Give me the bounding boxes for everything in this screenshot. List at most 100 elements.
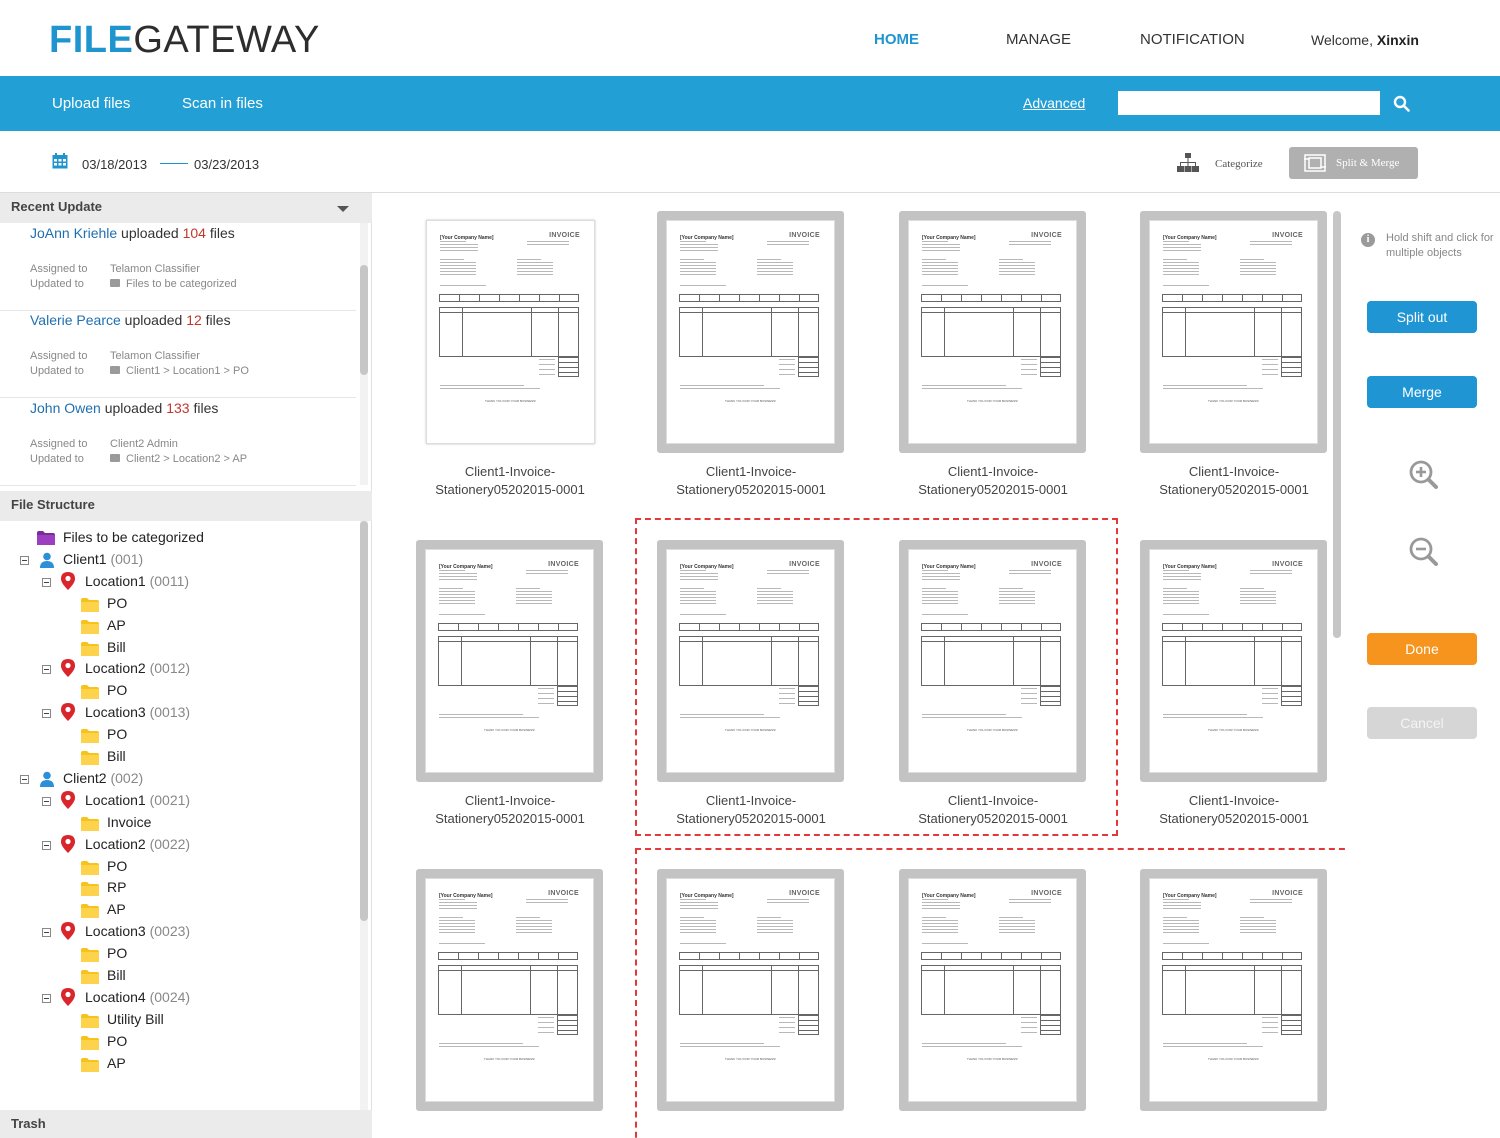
tree-item-folder[interactable]: Invoice [0,813,356,835]
tree-item-name: Location1 [85,573,146,589]
updated-path[interactable]: Files to be categorized [110,278,237,290]
recent-update-item[interactable]: JoAnn Kriehle uploaded 104 files Assigned… [0,223,356,311]
tree-item-code: (0024) [145,989,191,1005]
tree-item-location[interactable]: Location3 (0013) [0,703,356,725]
tree-item-folder[interactable]: AP [0,900,356,922]
chevron-down-icon[interactable] [337,206,349,212]
date-from[interactable]: 03/18/2013 [82,157,147,172]
advanced-search-link[interactable]: Advanced [1023,95,1085,111]
tree-scrollbar-thumb[interactable] [360,521,368,921]
search-icon[interactable] [1393,95,1411,113]
document-thumbnail[interactable]: [Your Company Name] INVOICE THANK YOU FOR … [1140,211,1327,453]
document-thumbnail[interactable]: [Your Company Name] INVOICE THANK YOU FOR … [416,869,603,1111]
collapse-toggle[interactable] [42,665,51,674]
tree-item-folder[interactable]: AP [0,1054,356,1076]
scan-in-files-link[interactable]: Scan in files [182,95,263,112]
tree-item-location[interactable]: Location4 (0024) [0,988,356,1010]
tree-item-folder[interactable]: AP [0,616,356,638]
tree-item-client[interactable]: Client1 (001) [0,550,356,572]
tree-item-folder[interactable]: PO [0,725,356,747]
collapse-toggle[interactable] [42,928,51,937]
upload-files-link[interactable]: Upload files [52,95,130,112]
zoom-out-icon[interactable] [1408,536,1440,568]
categorize-icon[interactable] [1177,153,1199,173]
document-thumbnail[interactable]: [Your Company Name] INVOICE THANK YOU FOR … [416,211,603,453]
tree-item-root[interactable]: Files to be categorized [0,528,356,550]
assigned-label: Assigned to [30,438,88,450]
cancel-button[interactable]: Cancel [1367,707,1477,739]
tree-item-folder[interactable]: PO [0,857,356,879]
app-logo[interactable]: FILEGATEWAY [49,20,320,60]
person-icon [40,771,54,787]
uploader-name[interactable]: Valerie Pearce [30,312,121,328]
calendar-icon[interactable] [52,153,68,169]
updated-path[interactable]: Client1 > Location1 > PO [110,365,249,377]
tree-item-folder[interactable]: PO [0,1032,356,1054]
recent-update-title-line: JoAnn Kriehle uploaded 104 files [30,225,235,241]
document-filename[interactable]: Client1-Invoice- Stationery05202015-0001 [651,463,851,499]
tree-item-location[interactable]: Location1 (0021) [0,791,356,813]
document-thumbnail[interactable]: [Your Company Name] INVOICE THANK YOU FOR … [1140,540,1327,782]
document-thumbnail[interactable]: [Your Company Name] INVOICE THANK YOU FOR … [416,540,603,782]
tree-item-folder[interactable]: Bill [0,638,356,660]
tree-item-label: Location1 (0011) [85,573,189,589]
document-filename[interactable]: Client1-Invoice- Stationery05202015-0001 [410,463,610,499]
tree-item-folder[interactable]: Utility Bill [0,1010,356,1032]
tree-item-folder[interactable]: PO [0,944,356,966]
tree-item-label: PO [107,1033,127,1049]
collapse-toggle[interactable] [42,797,51,806]
tree-item-name: Files to be categorized [63,529,204,545]
tree-item-location[interactable]: Location3 (0023) [0,922,356,944]
welcome-user[interactable]: Welcome, Xinxin [1311,32,1419,48]
document-filename[interactable]: Client1-Invoice- Stationery05202015-0001 [410,792,610,828]
document-filename[interactable]: Client1-Invoice- Stationery05202015-0001 [893,463,1093,499]
split-merge-button[interactable]: Split & Merge [1289,147,1418,179]
tree-item-location[interactable]: Location1 (0011) [0,572,356,594]
tree-item-location[interactable]: Location2 (0022) [0,835,356,857]
nav-manage[interactable]: MANAGE [1006,31,1071,48]
file-structure-header[interactable]: File Structure [0,491,372,521]
recent-scrollbar-thumb[interactable] [360,265,368,375]
grid-scrollbar-thumb[interactable] [1333,211,1341,638]
search-input[interactable] [1118,91,1380,115]
recent-update-title: Recent Update [11,199,103,214]
document-filename[interactable]: Client1-Invoice- Stationery05202015-0001 [1134,463,1334,499]
tree-item-code: (0011) [145,573,190,589]
nav-home[interactable]: HOME [874,31,919,48]
trash-header[interactable]: Trash [0,1110,372,1138]
tree-item-location[interactable]: Location2 (0012) [0,659,356,681]
done-button[interactable]: Done [1367,633,1477,665]
collapse-toggle[interactable] [42,841,51,850]
updated-path[interactable]: Client2 > Location2 > AP [110,453,247,465]
recent-update-item[interactable]: John Owen uploaded 133 files Assigned to C… [0,398,356,486]
tree-item-folder[interactable]: RP [0,878,356,900]
collapse-toggle[interactable] [42,709,51,718]
recent-update-header[interactable]: Recent Update [0,193,372,223]
tree-item-folder[interactable]: PO [0,594,356,616]
categorize-label[interactable]: Categorize [1215,158,1263,170]
uploader-name[interactable]: John Owen [30,400,101,416]
tree-item-folder[interactable]: Bill [0,747,356,769]
tree-item-folder[interactable]: Bill [0,966,356,988]
collapse-toggle[interactable] [42,994,51,1003]
zoom-in-icon[interactable] [1408,459,1440,491]
uploader-name[interactable]: JoAnn Kriehle [30,225,117,241]
collapse-toggle[interactable] [20,775,29,784]
collapse-toggle[interactable] [42,578,51,587]
merge-button[interactable]: Merge [1367,376,1477,408]
split-out-button[interactable]: Split out [1367,301,1477,333]
nav-notification[interactable]: NOTIFICATION [1140,31,1245,48]
tree-item-folder[interactable]: PO [0,681,356,703]
recent-update-item[interactable]: Valerie Pearce uploaded 12 files Assigned… [0,310,356,398]
tree-item-label: RP [107,879,126,895]
document-thumbnail[interactable]: [Your Company Name] INVOICE THANK YOU FOR … [657,211,844,453]
file-structure-title: File Structure [11,497,95,512]
collapse-toggle[interactable] [20,556,29,565]
document-thumbnail[interactable]: [Your Company Name] INVOICE THANK YOU FOR … [899,211,1086,453]
filename-line-1: Client1-Invoice- [464,464,556,479]
document-filename[interactable]: Client1-Invoice- Stationery05202015-0001 [1134,792,1334,828]
date-to[interactable]: 03/23/2013 [194,157,259,172]
upload-unit: files [189,400,219,416]
tree-item-client[interactable]: Client2 (002) [0,769,356,791]
tree-item-name: Client2 [63,770,107,786]
